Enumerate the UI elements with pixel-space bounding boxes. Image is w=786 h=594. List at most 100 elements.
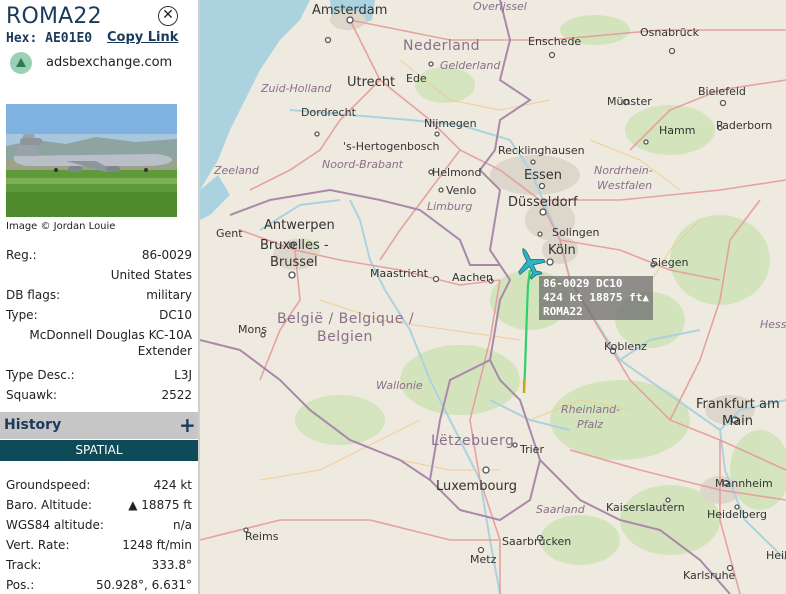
db-flags-label: DB flags: <box>6 288 61 302</box>
map-label-helmond: Helmond <box>432 166 482 179</box>
hex-line: Hex: AE01E0 <box>6 31 92 46</box>
history-section-header[interactable]: History + <box>0 412 198 439</box>
wgs84-altitude-label: WGS84 altitude: <box>6 518 104 532</box>
map-label-koln: Köln <box>548 243 576 258</box>
map-label-gent: Gent <box>216 227 243 240</box>
track-label: Track: <box>6 558 42 572</box>
map-label-utrecht: Utrecht <box>347 75 396 90</box>
map-label-hesse: Hesse <box>760 318 786 331</box>
groundspeed-label: Groundspeed: <box>6 478 91 492</box>
country-value: United States <box>110 268 192 282</box>
map-label-metz: Metz <box>470 553 497 566</box>
type-label: Type: <box>6 308 38 322</box>
squawk-value: 2522 <box>161 388 192 402</box>
map-view[interactable]: Amsterdam Overijssel Nederland Enschede … <box>200 0 786 594</box>
map-label-reims: Reims <box>245 530 279 543</box>
map-label-frankfurt: Frankfurt am <box>696 397 780 412</box>
map-label-dordrecht: Dordrecht <box>301 106 356 119</box>
history-label: History <box>4 417 62 433</box>
map-label-westfalen: Westfalen <box>597 179 653 192</box>
type-desc-label: Type Desc.: <box>6 368 75 382</box>
hex-value: AE01E0 <box>45 31 93 46</box>
map-label-overijssel: Overijssel <box>473 0 527 13</box>
map-label-heidelberg: Heidelberg <box>707 508 767 521</box>
map-label-paderborn: Paderborn <box>716 119 773 132</box>
position-label: Pos.: <box>6 578 35 592</box>
squawk-label: Squawk: <box>6 388 57 402</box>
type-value: DC10 <box>159 308 192 322</box>
baro-altitude-label: Baro. Altitude: <box>6 498 92 512</box>
map-label-venlo: Venlo <box>446 184 477 197</box>
map-label-noord-brabant: Noord-Brabant <box>322 158 403 171</box>
expand-plus-icon[interactable]: + <box>179 413 196 437</box>
groundspeed-value: 424 kt <box>153 478 192 492</box>
map-label-solingen: Solingen <box>552 226 600 239</box>
map-label-gelderland: Gelderland <box>440 59 501 72</box>
map-label-saarland: Saarland <box>536 503 585 516</box>
map-label-aachen: Aachen <box>452 271 494 284</box>
db-flags-value: military <box>146 288 192 302</box>
map-label-heil: Heil <box>766 549 786 562</box>
map-label-belgie: België / Belgique / <box>277 311 415 327</box>
map-label-essen: Essen <box>524 168 562 183</box>
vert-rate-value: 1248 ft/min <box>122 538 192 552</box>
adsbexchange-link[interactable]: adsbexchange.com <box>46 55 172 70</box>
aircraft-photo[interactable] <box>6 104 177 217</box>
map-label-zuid-holland: Zuid-Holland <box>261 82 332 95</box>
type-desc-value: L3J <box>174 368 192 382</box>
map-label-siegen: Siegen <box>651 256 689 269</box>
callsign-title: ROMA22 <box>6 4 102 29</box>
map-label-nederland: Nederland <box>403 38 481 54</box>
map-label-zeeland: Zeeland <box>214 164 259 177</box>
map-label-enschede: Enschede <box>528 35 582 48</box>
map-label-mons: Mons <box>238 323 267 336</box>
aircraft-label-box[interactable]: 86-0029 DC10 424 kt 18875 ft▲ ROMA22 <box>539 276 653 320</box>
reg-value: 86-0029 <box>141 248 192 262</box>
track-value: 333.8° <box>151 558 192 572</box>
aircraft-label-line3: ROMA22 <box>543 305 583 318</box>
map-label-antwerpen: Antwerpen <box>264 218 335 233</box>
type-name-line1: McDonnell Douglas KC-10A <box>29 328 192 342</box>
map-label-mannheim: Mannheim <box>715 477 773 490</box>
map-label-letzebuerg: Lëtzebuerg <box>431 433 515 449</box>
wgs84-altitude-value: n/a <box>172 518 192 532</box>
baro-altitude-value: ▲ 18875 ft <box>128 498 192 512</box>
map-label-wallonie: Wallonie <box>376 379 423 392</box>
copy-link[interactable]: Copy Link <box>107 30 178 45</box>
map-label-recklinghausen: Recklinghausen <box>498 144 585 157</box>
adsbexchange-logo-icon <box>10 52 32 74</box>
map-label-munster: Münster <box>607 95 652 108</box>
spatial-section-header[interactable]: SPATIAL <box>0 440 198 461</box>
aircraft-label-line1: 86-0029 DC10 <box>543 277 623 290</box>
image-credit: Image © Jordan Louie <box>6 221 116 232</box>
type-name-line2: Extender <box>137 344 192 358</box>
map-label-trier: Trier <box>520 443 544 456</box>
map-label-luxembourg: Luxembourg <box>436 479 518 494</box>
position-value: 50.928°, 6.631° <box>96 578 192 592</box>
map-label-brussel: Brussel <box>270 255 318 270</box>
map-label-belgien: Belgien <box>317 329 373 345</box>
map-label-nijmegen: Nijmegen <box>424 117 477 130</box>
aircraft-label-line2: 424 kt 18875 ft▲ <box>543 291 649 304</box>
map-label-s-hertogenbosch: 's-Hertogenbosch <box>343 140 440 153</box>
map-label-kaiserslautern: Kaiserslautern <box>606 501 685 514</box>
map-label-hamm: Hamm <box>659 124 696 137</box>
map-label-koblenz: Koblenz <box>604 340 647 353</box>
map-label-maastricht: Maastricht <box>370 267 428 280</box>
map-label-amsterdam: Amsterdam <box>312 3 388 18</box>
map-label-bielefeld: Bielefeld <box>698 85 746 98</box>
map-label-ede: Ede <box>406 72 427 85</box>
map-label-karlsruhe: Karlsruhe <box>683 569 736 582</box>
map-label-bruxelles: Bruxelles - <box>260 238 329 253</box>
map-label-saarbrucken: Saarbrücken <box>502 535 572 548</box>
hex-label: Hex: <box>6 31 38 46</box>
map-label-main: Main <box>722 414 754 429</box>
map-label-osnabruck: Osnabrück <box>640 26 699 39</box>
map-label-dusseldorf: Düsseldorf <box>508 195 578 210</box>
map-label-limburg: Limburg <box>427 200 473 213</box>
map-label-pfalz: Pfalz <box>577 418 604 431</box>
close-icon[interactable]: ✕ <box>158 6 178 26</box>
map-label-rheinland: Rheinland- <box>561 403 621 416</box>
map-label-nordrhein: Nordrhein- <box>594 164 653 177</box>
vert-rate-label: Vert. Rate: <box>6 538 70 552</box>
